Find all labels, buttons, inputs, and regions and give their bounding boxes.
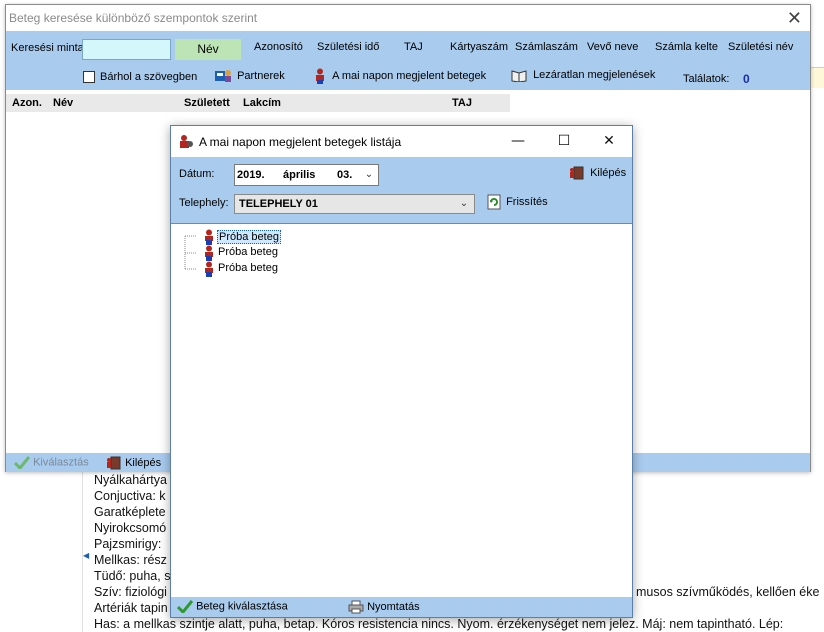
person-icon [205, 245, 213, 261]
maximize-icon[interactable]: ☐ [548, 130, 580, 152]
doc-line: Tüdő: puha, s [94, 569, 171, 583]
doc-line: Garatképlete [94, 505, 166, 519]
date-picker[interactable]: 2019. április 03. ⌄ [234, 164, 379, 186]
dialog-titlebar: A mai napon megjelent betegek listája — … [171, 126, 632, 157]
site-label: Telephely: [179, 197, 229, 209]
search-label: Keresési minta: [11, 42, 87, 54]
doc-line: Conjuctiva: k [94, 489, 166, 503]
book-icon [511, 70, 527, 82]
dialog-exit-button[interactable]: Kilépés [569, 166, 626, 181]
refresh-label: Frissítés [506, 195, 548, 208]
doc-line: Nyálkahártya [94, 473, 167, 487]
date-day[interactable]: 03. [337, 169, 352, 181]
column-header-id[interactable]: Azon. [12, 97, 42, 109]
person-icon [316, 68, 324, 84]
criteria-cardnumber-button[interactable]: Kártyaszám [450, 41, 508, 53]
date-month[interactable]: április [283, 169, 315, 181]
results-count: 0 [743, 72, 750, 86]
date-year[interactable]: 2019. [237, 169, 265, 181]
doc-line: Has: a mellkas szintje alatt, puha, beta… [94, 617, 784, 631]
exit-button[interactable]: Kilépés [106, 456, 161, 470]
exit-door-icon [570, 166, 584, 180]
search-window-titlebar: Beteg keresése különböző szempontok szer… [6, 5, 810, 31]
exit-door-icon [107, 456, 121, 470]
person-icon [205, 229, 213, 245]
minimize-icon[interactable]: — [502, 130, 534, 152]
patient-icon [180, 135, 193, 148]
chevron-down-icon[interactable]: ⌄ [457, 197, 471, 211]
search-input[interactable] [82, 39, 171, 60]
patient-tree: Próba beteg Próba beteg Próba beteg [171, 225, 632, 596]
site-value: TELEPHELY 01 [239, 198, 318, 210]
dialog-toolbar: Dátum: 2019. április 03. ⌄ Kilépés Telep… [171, 157, 632, 224]
column-header-born[interactable]: Született [184, 97, 230, 109]
criteria-birthdate-button[interactable]: Születési idő [317, 41, 379, 53]
doc-line: Szív: fiziológi [94, 585, 167, 599]
criteria-id-button[interactable]: Azonosító [254, 41, 303, 53]
select-patient-button[interactable]: Beteg kiválasztása [177, 600, 288, 613]
person-icon [205, 261, 213, 277]
background-strip [811, 67, 824, 88]
print-button[interactable]: Nyomtatás [348, 600, 420, 614]
checkmark-icon [14, 456, 30, 469]
select-label: Kiválasztás [33, 456, 89, 469]
unclosed-button[interactable]: Lezáratlan megjelenések [511, 69, 655, 82]
search-window-title: Beteg keresése különböző szempontok szer… [9, 11, 258, 25]
chevron-down-icon[interactable]: ⌄ [362, 168, 376, 182]
partners-label: Partnerek [237, 69, 285, 82]
anywhere-checkbox-label: Bárhol a szövegben [100, 71, 198, 83]
close-icon[interactable]: ✕ [787, 8, 802, 29]
search-toolbar: Keresési minta: Név Azonosító Születési … [6, 31, 810, 90]
doc-line: Artériák tapin [94, 601, 168, 615]
refresh-icon [487, 194, 501, 210]
today-patients-button[interactable]: A mai napon megjelent betegek [314, 68, 486, 84]
select-patient-label: Beteg kiválasztása [196, 600, 288, 613]
column-header-name[interactable]: Név [53, 97, 73, 109]
criteria-invoicenumber-button[interactable]: Számlaszám [515, 41, 578, 53]
tree-lines [184, 235, 197, 270]
printer-icon [348, 600, 364, 614]
doc-margin-marker: ◀ [83, 551, 90, 560]
date-label: Dátum: [179, 168, 215, 180]
column-header-taj[interactable]: TAJ [452, 97, 472, 109]
partners-icon [215, 70, 231, 82]
criteria-birthname-button[interactable]: Születési név [728, 41, 793, 53]
criteria-invoicedate-button[interactable]: Számla kelte [655, 41, 718, 53]
anywhere-checkbox[interactable] [83, 71, 95, 83]
dialog-statusbar: Beteg kiválasztása Nyomtatás [171, 597, 632, 617]
unclosed-label: Lezáratlan megjelenések [533, 69, 656, 82]
checkmark-icon [177, 600, 193, 613]
site-select[interactable]: TELEPHELY 01 ⌄ [234, 194, 475, 214]
select-button[interactable]: Kiválasztás [14, 456, 89, 469]
print-label: Nyomtatás [367, 600, 420, 613]
patient-name: Próba beteg [217, 230, 281, 244]
criteria-taj-button[interactable]: TAJ [404, 41, 423, 53]
today-patients-label: A mai napon megjelent betegek [332, 69, 487, 82]
dialog-exit-label: Kilépés [590, 167, 627, 180]
dialog-title: A mai napon megjelent betegek listája [199, 135, 402, 149]
patient-name: Próba beteg [218, 246, 278, 258]
results-table-header: Azon. Név Született Lakcím TAJ [6, 94, 510, 112]
criteria-buyername-button[interactable]: Vevő neve [587, 41, 638, 53]
results-label: Találatok: [683, 73, 730, 85]
exit-label: Kilépés [125, 456, 162, 469]
doc-line: Pajzsmirigy: [94, 537, 162, 551]
column-header-address[interactable]: Lakcím [243, 97, 281, 109]
criteria-name-button[interactable]: Név [175, 39, 241, 60]
partners-button[interactable]: Partnerek [214, 69, 285, 83]
doc-line-fragment: musos szívműködés, kellően éke [636, 585, 820, 599]
close-icon[interactable]: ✕ [593, 130, 625, 152]
today-patients-dialog: A mai napon megjelent betegek listája — … [170, 125, 633, 618]
doc-line: Mellkas: rész [94, 553, 167, 567]
patient-name: Próba beteg [218, 262, 278, 274]
refresh-button[interactable]: Frissítés [487, 194, 548, 210]
doc-line: Nyirokcsomó [94, 521, 167, 535]
